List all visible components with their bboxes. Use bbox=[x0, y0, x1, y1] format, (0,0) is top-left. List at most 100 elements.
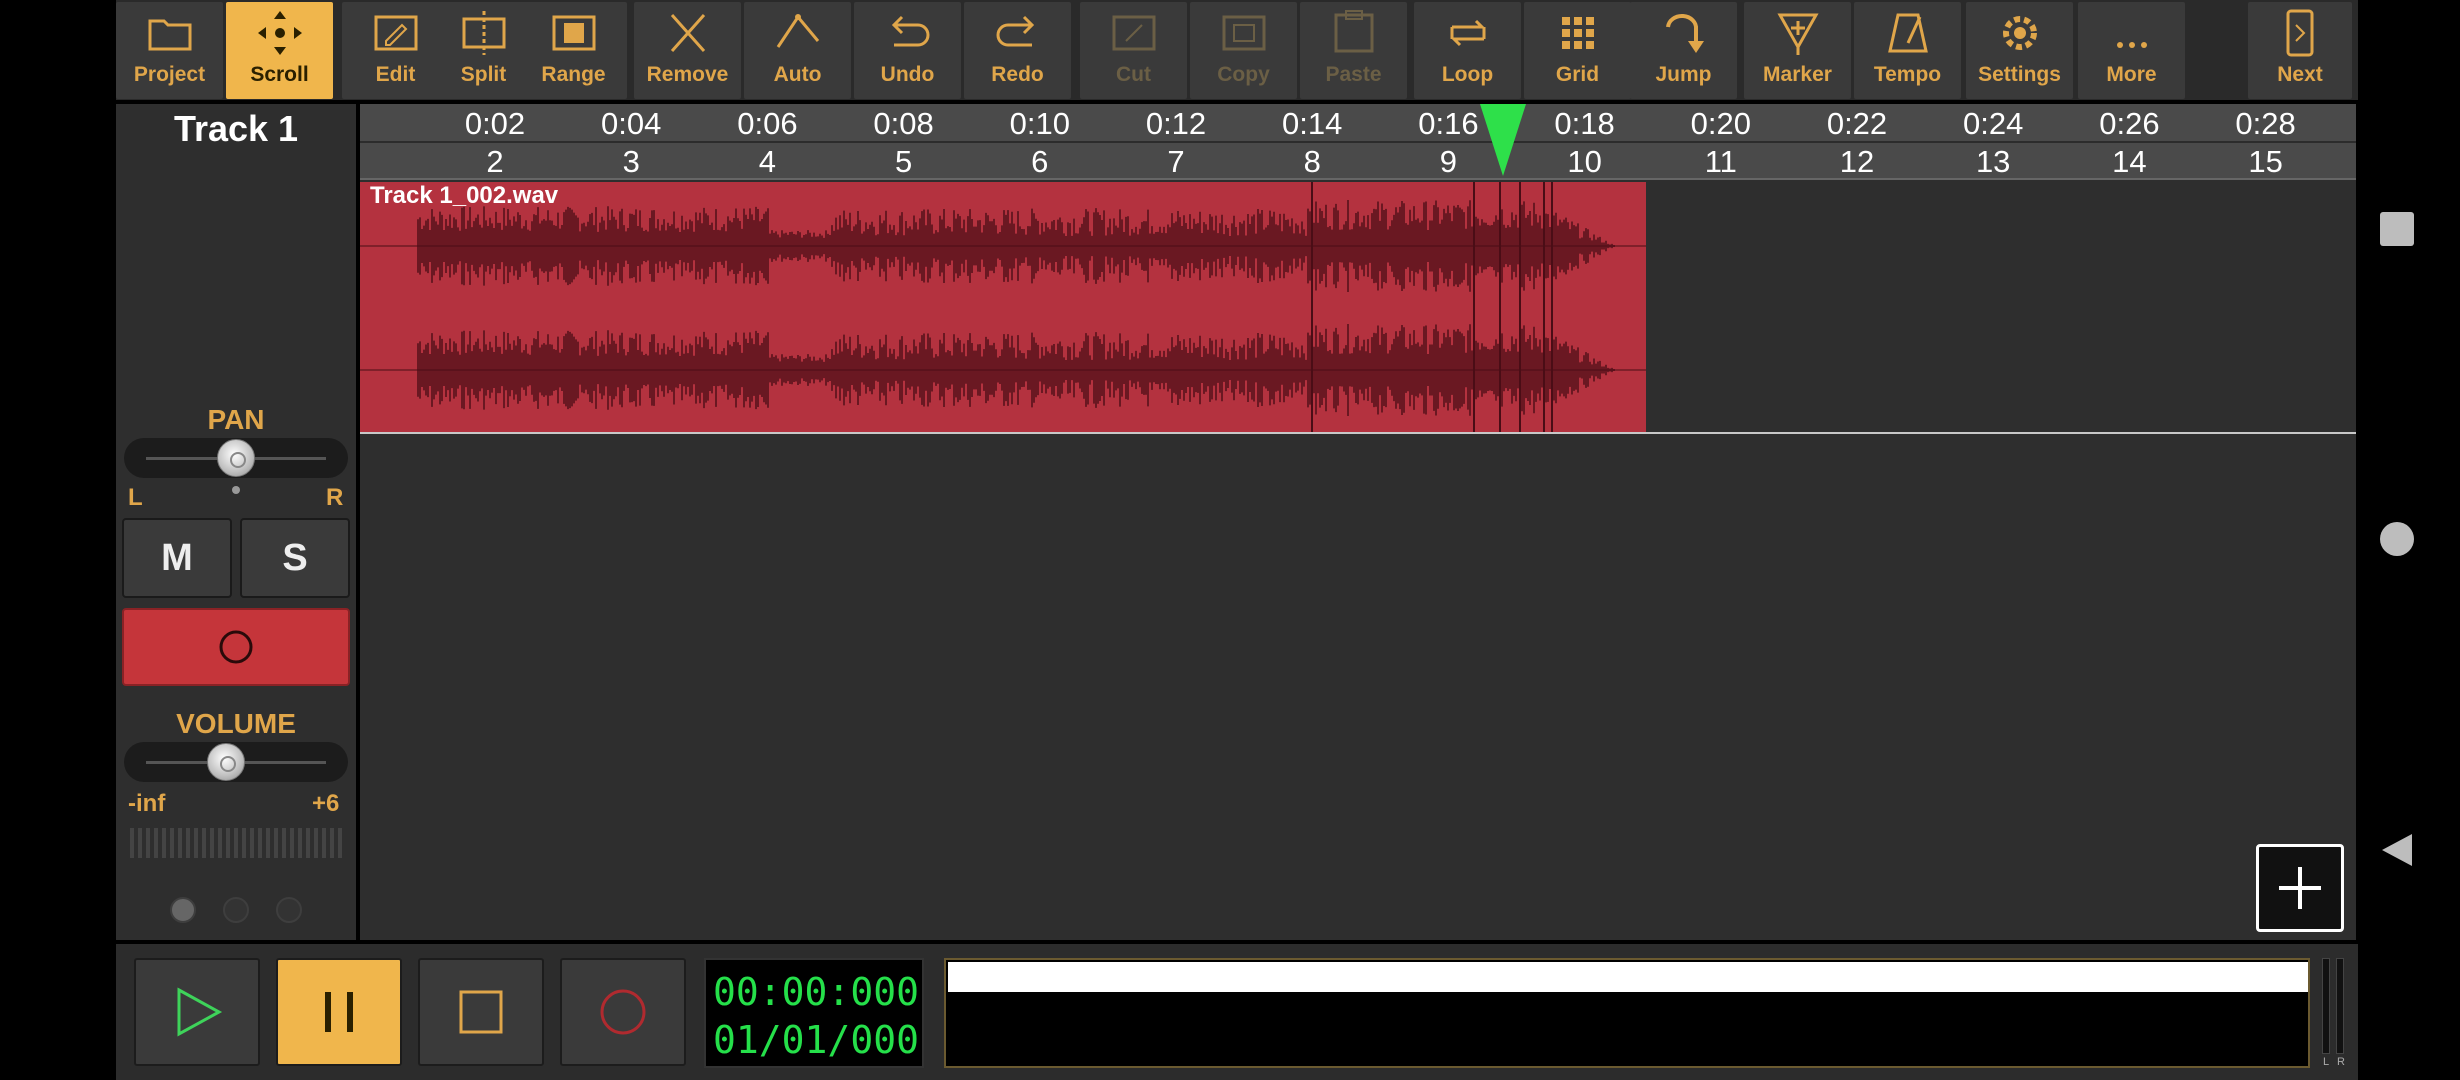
lane-divider bbox=[360, 432, 2356, 434]
toolbar-label: Settings bbox=[1978, 63, 2061, 86]
folder-icon bbox=[144, 2, 196, 64]
track-name[interactable]: Track 1 bbox=[116, 108, 356, 150]
toolbar-project-button[interactable]: Project bbox=[116, 2, 223, 99]
stop-icon bbox=[459, 990, 503, 1034]
level-caption-right: R bbox=[2337, 1056, 2345, 1068]
overview-viewport[interactable] bbox=[948, 962, 2308, 992]
next-icon bbox=[2274, 2, 2326, 64]
back-icon[interactable] bbox=[2380, 832, 2414, 868]
home-icon[interactable] bbox=[2380, 522, 2414, 556]
toolbar-label: Remove bbox=[646, 63, 729, 86]
time-counter[interactable]: 00:00:000 01/01/000 bbox=[704, 958, 924, 1068]
ruler-time-label: 0:10 bbox=[1009, 106, 1070, 141]
track-level-meter bbox=[130, 828, 342, 858]
toolbar-label: Loop bbox=[1441, 63, 1494, 86]
pan-left-label: L bbox=[128, 484, 143, 511]
pan-slider[interactable] bbox=[124, 438, 348, 478]
plus-icon bbox=[2279, 867, 2321, 909]
stop-button[interactable] bbox=[418, 958, 544, 1066]
toolbar-label: Jump bbox=[1655, 63, 1712, 86]
ruler-bar-label: 12 bbox=[1839, 144, 1875, 179]
toolbar-tempo-button[interactable]: Tempo bbox=[1854, 2, 1961, 99]
toolbar-range-button[interactable]: Range bbox=[520, 2, 627, 99]
ruler-bar-label: 7 bbox=[1167, 144, 1185, 179]
mute-button[interactable]: M bbox=[122, 518, 232, 598]
ruler-bar-label: 15 bbox=[2248, 144, 2283, 179]
toolbar-label: Project bbox=[133, 63, 206, 86]
ruler-bar-label: 10 bbox=[1567, 144, 1602, 179]
audio-clip[interactable]: Track 1_002.wav bbox=[360, 182, 1646, 432]
ruler-bar-label: 5 bbox=[894, 144, 913, 179]
record-circle-icon bbox=[219, 630, 253, 664]
pan-center-dot bbox=[232, 486, 240, 494]
solo-button[interactable]: S bbox=[240, 518, 350, 598]
toolbar-label: Grid bbox=[1555, 63, 1600, 86]
add-track-button[interactable] bbox=[2256, 844, 2344, 932]
grid-icon bbox=[1552, 2, 1604, 64]
ruler-bar-label: 8 bbox=[1303, 144, 1321, 179]
volume-label: VOLUME bbox=[176, 708, 296, 739]
ruler-bar-label: 2 bbox=[486, 144, 504, 179]
x-icon bbox=[662, 2, 714, 64]
song-overview[interactable] bbox=[944, 958, 2310, 1068]
toolbar-jump-button[interactable]: Jump bbox=[1630, 2, 1737, 99]
toolbar-label: More bbox=[2106, 63, 2157, 86]
playhead-marker[interactable] bbox=[1478, 104, 1528, 180]
toolbar-label: Edit bbox=[375, 63, 416, 86]
toolbar-label: Auto bbox=[773, 63, 822, 86]
record-arm-button[interactable] bbox=[122, 608, 350, 686]
toolbar-scroll-button[interactable]: Scroll bbox=[226, 2, 333, 99]
track-lane[interactable]: Track 1_002.wav bbox=[360, 180, 2356, 940]
toolbar-auto-button[interactable]: Auto bbox=[744, 2, 851, 99]
ruler-bar-label: 3 bbox=[622, 144, 640, 179]
toolbar-label: Next bbox=[2277, 63, 2323, 86]
toolbar-loop-button[interactable]: Loop bbox=[1414, 2, 1521, 99]
play-icon bbox=[177, 987, 223, 1037]
undo-icon bbox=[882, 2, 934, 64]
loop-icon bbox=[1442, 2, 1494, 64]
toolbar-grid-button[interactable]: Grid bbox=[1524, 2, 1631, 99]
toolbar-next-button[interactable]: Next bbox=[2248, 2, 2352, 99]
track-option-dot[interactable] bbox=[170, 897, 196, 923]
toolbar-marker-button[interactable]: Marker bbox=[1744, 2, 1851, 99]
level-right bbox=[2336, 958, 2344, 1054]
toolbar-more-button[interactable]: More bbox=[2078, 2, 2185, 99]
toolbar-label: Marker bbox=[1763, 63, 1832, 86]
ruler-time-label: 0:18 bbox=[1554, 106, 1615, 141]
recents-icon[interactable] bbox=[2380, 212, 2414, 246]
play-button[interactable] bbox=[134, 958, 260, 1066]
timeline-ruler[interactable]: 0:02 2 0:04 3 0:06 4 0:08 5 0:10 6 0:12 7 0:14 8 0:16 9… bbox=[360, 104, 2356, 180]
record-icon bbox=[600, 989, 646, 1035]
range-icon bbox=[548, 2, 600, 64]
toolbar-redo-button[interactable]: Redo bbox=[964, 2, 1071, 99]
track-option-dot[interactable] bbox=[223, 897, 249, 923]
metronome-icon bbox=[1882, 2, 1934, 64]
waveform bbox=[360, 182, 1646, 432]
marker-icon bbox=[1772, 2, 1824, 64]
track-option-dot[interactable] bbox=[276, 897, 302, 923]
record-button[interactable] bbox=[560, 958, 686, 1066]
paste-icon bbox=[1328, 2, 1380, 64]
toolbar-label: Cut bbox=[1116, 63, 1151, 86]
scroll-arrows-icon bbox=[254, 2, 306, 64]
pause-button[interactable] bbox=[276, 958, 402, 1066]
ruler-time-label: 0:08 bbox=[873, 106, 934, 141]
clip-name: Track 1_002.wav bbox=[370, 182, 559, 209]
toolbar-paste-button[interactable]: Paste bbox=[1300, 2, 1407, 99]
toolbar-label: Scroll bbox=[250, 63, 309, 86]
toolbar-label: Copy bbox=[1217, 63, 1270, 86]
toolbar-undo-button[interactable]: Undo bbox=[854, 2, 961, 99]
toolbar-settings-button[interactable]: Settings bbox=[1966, 2, 2073, 99]
pan-knob[interactable] bbox=[217, 439, 255, 477]
ruler-time-label: 0:28 bbox=[2235, 106, 2296, 141]
automation-icon bbox=[772, 2, 824, 64]
toolbar-copy-button[interactable]: Copy bbox=[1190, 2, 1297, 99]
bar-beat-readout: 01/01/000 bbox=[713, 1018, 919, 1062]
toolbar-label: Paste bbox=[1325, 63, 1382, 86]
volume-slider[interactable] bbox=[124, 742, 348, 782]
volume-knob[interactable] bbox=[207, 743, 246, 781]
toolbar-remove-button[interactable]: Remove bbox=[634, 2, 741, 99]
ruler-time-label: 0:20 bbox=[1690, 106, 1751, 141]
app-window: Project Scroll Edit Split Range Remove Auto Und… bbox=[0, 0, 2460, 1080]
toolbar-cut-button[interactable]: Cut bbox=[1080, 2, 1187, 99]
